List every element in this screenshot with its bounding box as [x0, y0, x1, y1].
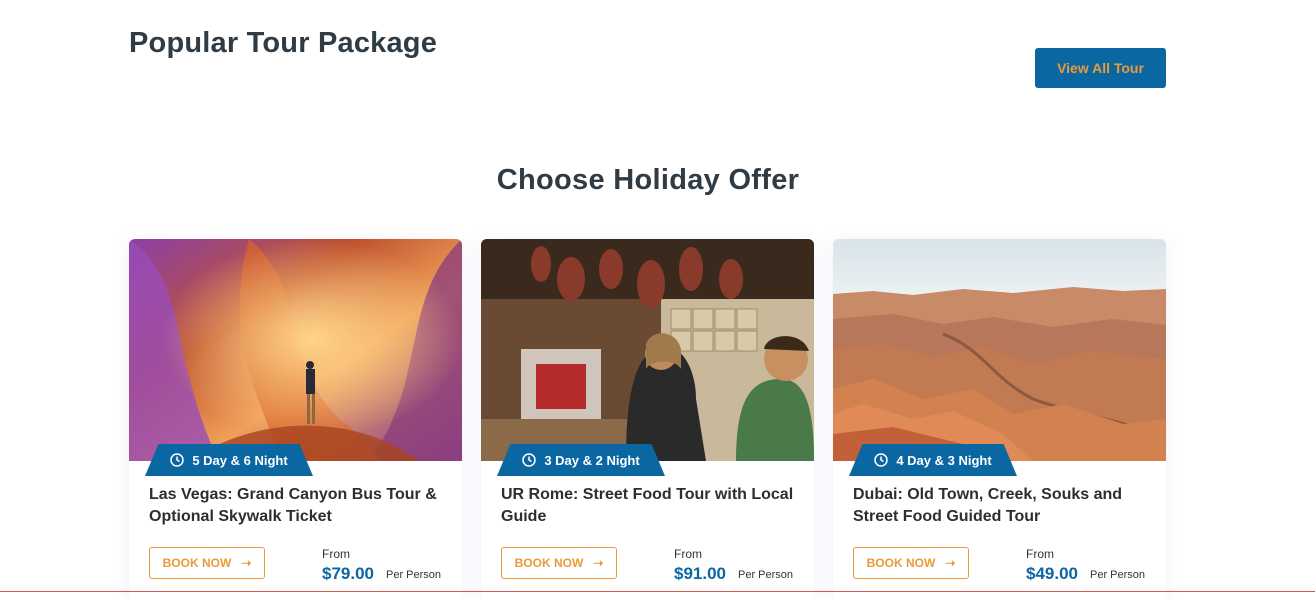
tour-image[interactable]: [129, 239, 462, 461]
per-person-label: Per Person: [738, 569, 794, 581]
duration-text: 4 Day & 3 Night: [896, 452, 992, 468]
tour-title[interactable]: Las Vegas: Grand Canyon Bus Tour & Optio…: [149, 484, 449, 528]
book-now-label: BOOK NOW: [866, 556, 936, 570]
arrow-right-icon: ➝: [241, 556, 252, 570]
per-person-label: Per Person: [386, 569, 442, 581]
tour-card: 4 Day & 3 Night Dubai: Old Town, Creek, …: [833, 239, 1166, 599]
duration-text: 5 Day & 6 Night: [192, 452, 288, 468]
book-now-label: BOOK NOW: [514, 556, 584, 570]
book-now-button[interactable]: BOOK NOW ➝: [853, 547, 969, 579]
duration-text: 3 Day & 2 Night: [544, 452, 640, 468]
clock-icon: [170, 453, 185, 467]
tour-title[interactable]: Dubai: Old Town, Creek, Souks and Street…: [853, 484, 1153, 528]
tour-title[interactable]: UR Rome: Street Food Tour with Local Gui…: [501, 484, 801, 528]
tour-card: 3 Day & 2 Night UR Rome: Street Food Tou…: [481, 239, 814, 599]
price: $49.00: [1026, 564, 1078, 583]
book-now-button[interactable]: BOOK NOW ➝: [501, 547, 617, 579]
section-title: Choose Holiday Offer: [496, 164, 800, 196]
clock-icon: [874, 453, 889, 467]
duration-badge: 4 Day & 3 Night: [849, 444, 1017, 476]
tour-image[interactable]: [481, 239, 814, 461]
from-label: From: [674, 547, 702, 561]
price: $91.00: [674, 564, 726, 583]
arrow-right-icon: ➝: [945, 556, 956, 570]
book-now-label: BOOK NOW: [162, 556, 232, 570]
from-label: From: [322, 547, 350, 561]
duration-badge: 5 Day & 6 Night: [145, 444, 313, 476]
from-label: From: [1026, 547, 1054, 561]
page-title: Popular Tour Package: [129, 27, 438, 59]
duration-badge: 3 Day & 2 Night: [497, 444, 665, 476]
view-all-tour-button[interactable]: View All Tour: [1035, 48, 1166, 88]
clock-icon: [522, 453, 537, 467]
tour-card: 5 Day & 6 Night Las Vegas: Grand Canyon …: [129, 239, 462, 599]
book-now-button[interactable]: BOOK NOW ➝: [149, 547, 265, 579]
tour-image[interactable]: [833, 239, 1166, 461]
arrow-right-icon: ➝: [593, 556, 604, 570]
per-person-label: Per Person: [1090, 569, 1146, 581]
price: $79.00: [322, 564, 374, 583]
